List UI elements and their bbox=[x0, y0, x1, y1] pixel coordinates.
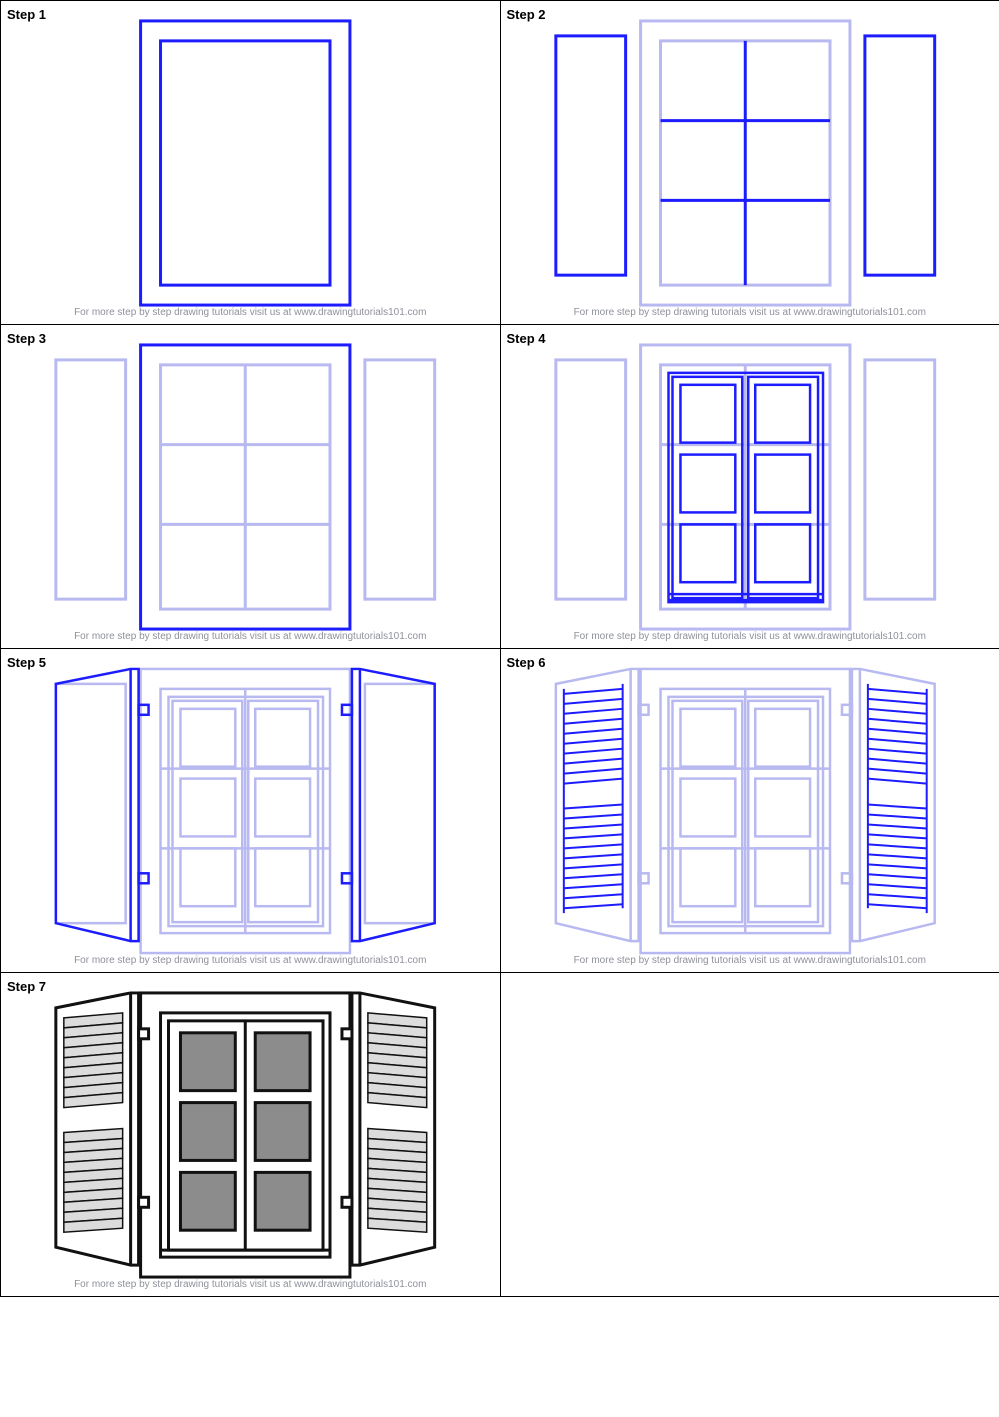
step-diagram-1 bbox=[1, 1, 500, 324]
step-diagram-3 bbox=[1, 325, 500, 648]
step-cell-7: Step 7 bbox=[1, 973, 501, 1297]
step-cell-1: Step 1 For more step by step drawing tut… bbox=[1, 1, 501, 325]
footer-text: For more step by step drawing tutorials … bbox=[501, 955, 999, 966]
step-diagram-6 bbox=[501, 649, 999, 972]
tutorial-grid: Step 1 For more step by step drawing tut… bbox=[0, 0, 999, 1297]
right-shutter-slats bbox=[867, 684, 926, 913]
step-cell-3: Step 3 For more step by step drawing tut… bbox=[1, 325, 501, 649]
step-cell-4: Step 4 For more step by step drawing tut… bbox=[501, 325, 999, 649]
footer-text: For more step by step drawing tutorials … bbox=[501, 631, 999, 642]
footer-text: For more step by step drawing tutorials … bbox=[1, 955, 500, 966]
step-cell-5: Step 5 bbox=[1, 649, 501, 973]
footer-text: For more step by step drawing tutorials … bbox=[1, 1279, 500, 1290]
step-cell-6: Step 6 bbox=[501, 649, 999, 973]
footer-text: For more step by step drawing tutorials … bbox=[1, 307, 500, 318]
step-diagram-7 bbox=[1, 973, 500, 1296]
step-diagram-5 bbox=[1, 649, 500, 972]
footer-text: For more step by step drawing tutorials … bbox=[1, 631, 500, 642]
blank-cell bbox=[501, 973, 999, 1297]
step-diagram-2 bbox=[501, 1, 999, 324]
step-cell-2: Step 2 For more step by step drawing tut… bbox=[501, 1, 999, 325]
left-shutter-slats bbox=[563, 684, 622, 913]
footer-text: For more step by step drawing tutorials … bbox=[501, 307, 999, 318]
step-diagram-4 bbox=[501, 325, 999, 648]
